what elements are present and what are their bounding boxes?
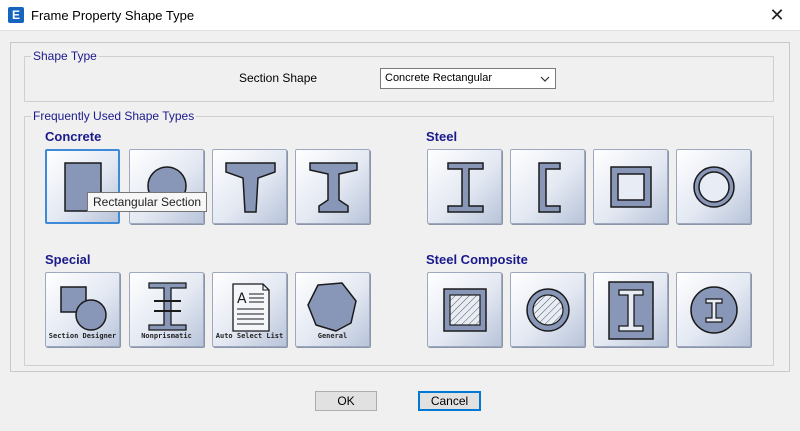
svg-text:A: A xyxy=(237,291,247,307)
nonprismatic-caption: Nonprismatic xyxy=(141,332,192,340)
close-button[interactable]: ✕ xyxy=(754,0,800,31)
section-shape-label: Section Shape xyxy=(239,71,318,85)
encased-circle-icon xyxy=(690,286,738,334)
special-category-label: Special xyxy=(45,252,91,267)
steel-composite-category-label: Steel Composite xyxy=(426,252,528,267)
title-bar: E Frame Property Shape Type ✕ xyxy=(0,0,800,31)
concrete-tee-tile[interactable] xyxy=(212,149,287,224)
chevron-down-icon xyxy=(539,70,551,91)
box-section-icon xyxy=(610,166,652,208)
steel-channel-tile[interactable] xyxy=(510,149,585,224)
steel-category-label: Steel xyxy=(426,129,458,144)
section-designer-caption: Section Designer xyxy=(48,332,117,340)
steel-box-tile[interactable] xyxy=(593,149,668,224)
general-caption: General xyxy=(317,332,348,340)
concrete-category-label: Concrete xyxy=(45,129,102,144)
auto-select-list-caption: Auto Select List xyxy=(215,332,284,340)
concrete-circular-tile[interactable] xyxy=(129,149,204,224)
general-section-tile[interactable]: General xyxy=(295,272,370,347)
rectangle-section-icon xyxy=(64,162,102,212)
steel-i-beam-icon xyxy=(447,162,484,213)
concrete-rectangular-tile[interactable] xyxy=(45,149,120,224)
encased-circle-tile[interactable] xyxy=(676,272,751,347)
app-icon: E xyxy=(8,7,24,23)
ok-button[interactable]: OK xyxy=(315,391,377,411)
section-designer-tile[interactable]: Section Designer xyxy=(45,272,120,347)
filled-steel-tube-tile[interactable] xyxy=(427,272,502,347)
steel-i-section-tile[interactable] xyxy=(427,149,502,224)
encased-rectangle-tile[interactable] xyxy=(593,272,668,347)
steel-pipe-tile[interactable] xyxy=(676,149,751,224)
section-shape-select[interactable]: Concrete Rectangular xyxy=(380,68,556,89)
channel-section-icon xyxy=(538,162,561,213)
cancel-button[interactable]: Cancel xyxy=(418,391,481,411)
section-shape-value: Concrete Rectangular xyxy=(385,72,493,84)
filled-pipe-icon xyxy=(526,288,570,332)
window-title: Frame Property Shape Type xyxy=(31,8,195,23)
filled-steel-pipe-tile[interactable] xyxy=(510,272,585,347)
filled-tube-icon xyxy=(443,288,487,332)
shape-type-group-title: Shape Type xyxy=(31,49,99,63)
i-beam-section-icon xyxy=(309,162,358,213)
concrete-i-section-tile[interactable] xyxy=(295,149,370,224)
frequent-shapes-group-title: Frequently Used Shape Types xyxy=(31,109,197,123)
encased-rectangle-icon xyxy=(608,281,654,340)
pipe-section-icon xyxy=(693,166,735,208)
rectangular-section-tooltip: Rectangular Section xyxy=(87,192,208,212)
auto-select-list-tile[interactable]: A Auto Select List xyxy=(212,272,287,347)
tee-section-icon xyxy=(225,162,276,213)
nonprismatic-tile[interactable]: Nonprismatic xyxy=(129,272,204,347)
circle-section-icon xyxy=(147,166,187,206)
